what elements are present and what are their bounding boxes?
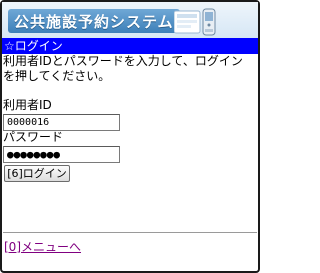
- menu-link[interactable]: [0]メニューへ: [4, 240, 81, 255]
- user-id-input[interactable]: 0000016: [3, 114, 120, 131]
- mobile-phone-icon: [174, 8, 216, 36]
- divider: [3, 232, 257, 233]
- password-input[interactable]: ●●●●●●●●: [3, 146, 120, 163]
- password-label: パスワード: [3, 130, 64, 144]
- user-id-label: 利用者ID: [3, 98, 52, 112]
- login-instruction: 利用者IDとパスワードを入力して、ログイン を押してください。: [3, 54, 243, 83]
- site-banner: 公共施設予約システム: [2, 2, 258, 38]
- page-title: ☆ログイン: [2, 38, 258, 54]
- login-button[interactable]: [6]ログイン: [4, 165, 70, 182]
- site-logo: 公共施設予約システム: [8, 9, 180, 33]
